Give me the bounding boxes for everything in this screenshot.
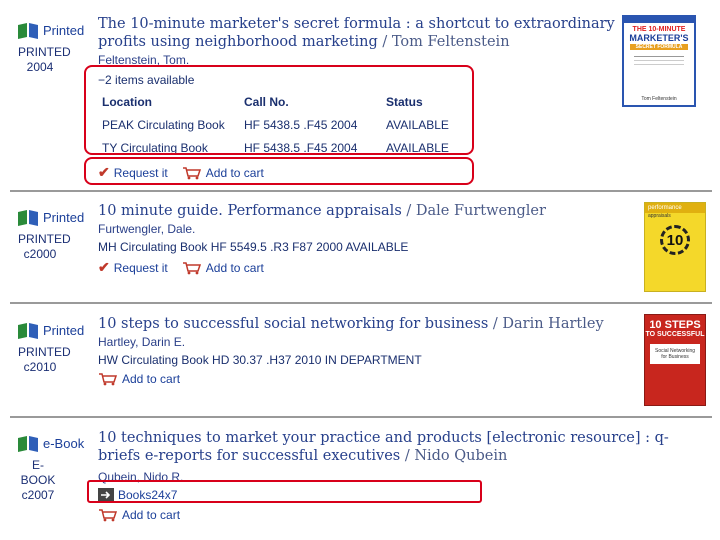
- availability-text: 2 items available: [105, 73, 195, 87]
- cover-title: 10 STEPS: [649, 319, 701, 331]
- cover-title-2: MARKETER'S: [629, 33, 689, 43]
- cart-icon: [99, 373, 118, 386]
- author-link[interactable]: Qubein, Nido R.: [98, 470, 678, 484]
- search-result-4: e-Book E-BOOK c2007 10 techniques to mar…: [0, 418, 712, 540]
- record-title: 10 steps to successful social networking…: [98, 315, 618, 333]
- record-actions: ✔ Request it Add to cart: [98, 259, 618, 276]
- status-cell: AVAILABLE: [386, 141, 449, 155]
- title-author: / Darin Hartley: [492, 316, 604, 332]
- cart-label: Add to cart: [122, 508, 181, 522]
- cover-author: Tom Feltenstein: [641, 96, 677, 102]
- book-icon: [18, 210, 38, 226]
- author-link[interactable]: Furtwengler, Dale.: [98, 222, 618, 236]
- callno-cell: HF 5438.5 .F45 2004: [244, 141, 358, 155]
- format-year: c2000: [23, 247, 57, 261]
- online-access: Books24x7: [98, 488, 678, 502]
- add-to-cart-button[interactable]: Add to cart: [98, 508, 180, 522]
- table-row: TY Circulating Book HF 5438.5 .F45 2004 …: [98, 138, 476, 161]
- availability-toggle[interactable]: −2 items available: [98, 73, 618, 87]
- cover-subtitle: appraisals: [648, 213, 671, 219]
- request-button[interactable]: ✔ Request it: [98, 164, 168, 181]
- location-cell: PEAK Circulating Book: [102, 118, 225, 132]
- record-title: The 10-minute marketer's secret formula …: [98, 15, 618, 51]
- record-title: 10 techniques to market your practice an…: [98, 429, 678, 465]
- search-result-2: Printed PRINTED c2000 10 minute guide. P…: [0, 192, 712, 302]
- search-result-1: Printed PRINTED 2004 The 10-minute marke…: [0, 0, 712, 190]
- title-link[interactable]: 10 techniques to market your practice an…: [98, 430, 669, 464]
- link-label: Books24x7: [118, 488, 178, 502]
- table-row: PEAK Circulating Book HF 5438.5 .F45 200…: [98, 115, 476, 138]
- format-block: Printed PRINTED c2010: [16, 320, 88, 375]
- cart-label: Add to cart: [205, 260, 264, 275]
- book-icon: [18, 436, 38, 452]
- format-type: PRINTED: [18, 232, 71, 246]
- callno-header: Call No.: [244, 95, 289, 109]
- format-type: PRINTED: [18, 45, 71, 59]
- record-title: 10 minute guide. Performance appraisals …: [98, 202, 618, 220]
- cart-label: Add to cart: [205, 165, 264, 180]
- status-header: Status: [386, 95, 423, 109]
- book-icon: [18, 323, 38, 339]
- holding-summary: MH Circulating Book HF 5549.5 .R3 F87 20…: [98, 240, 409, 254]
- format-label: Printed: [43, 209, 85, 225]
- format-year: c2007: [21, 488, 55, 502]
- book-cover[interactable]: 10 STEPS TO SUCCESSFUL Social Networking…: [644, 314, 706, 406]
- title-author: / Tom Feltenstein: [382, 34, 510, 50]
- add-to-cart-button[interactable]: Add to cart: [98, 372, 180, 386]
- collapse-icon[interactable]: −: [98, 73, 105, 87]
- record-actions: Add to cart: [98, 508, 678, 522]
- holdings-header-row: Location Call No. Status: [98, 93, 476, 115]
- cover-title-2: TO SUCCESSFUL: [645, 331, 705, 338]
- cover-title: performance: [645, 203, 705, 213]
- arrow-link-icon: [98, 488, 114, 502]
- format-label: e-Book: [43, 435, 85, 451]
- format-type: E-BOOK: [20, 458, 56, 487]
- book-cover[interactable]: THE 10-MINUTE MARKETER'S SECRET FORMULA …: [622, 15, 696, 107]
- book-icon: [18, 23, 38, 39]
- format-year: c2010: [23, 360, 57, 374]
- format-label: Printed: [43, 22, 85, 38]
- cart-label: Add to cart: [122, 372, 181, 386]
- cover-subtitle: SECRET FORMULA: [630, 44, 688, 50]
- cart-icon: [182, 166, 201, 179]
- format-block: e-Book E-BOOK c2007: [16, 433, 88, 503]
- cover-title: THE 10-MINUTE: [632, 26, 686, 33]
- request-label: Request it: [113, 165, 168, 180]
- cart-icon: [182, 261, 201, 274]
- search-result-3: Printed PRINTED c2010 10 steps to succes…: [0, 304, 712, 416]
- request-label: Request it: [113, 260, 168, 275]
- location-cell: TY Circulating Book: [102, 141, 208, 155]
- books24x7-link[interactable]: Books24x7: [98, 488, 177, 502]
- record-actions: ✔ Request it Add to cart: [98, 164, 618, 181]
- cover-subtitle: Social Networking for Business: [650, 344, 700, 364]
- add-to-cart-button[interactable]: Add to cart: [182, 261, 264, 275]
- request-button[interactable]: ✔ Request it: [98, 259, 168, 276]
- format-block: Printed PRINTED 2004: [16, 20, 88, 75]
- cart-icon: [99, 509, 118, 522]
- record-actions: Add to cart: [98, 372, 618, 386]
- format-label: Printed: [43, 322, 85, 338]
- holdings-table: Location Call No. Status PEAK Circulatin…: [98, 93, 476, 161]
- title-link[interactable]: 10 minute guide. Performance appraisals: [98, 203, 402, 219]
- callno-cell: HF 5438.5 .F45 2004: [244, 118, 358, 132]
- add-to-cart-button[interactable]: Add to cart: [182, 166, 264, 180]
- holding-summary: HW Circulating Book HD 30.37 .H37 2010 I…: [98, 353, 422, 367]
- book-cover[interactable]: performance appraisals 10: [644, 202, 706, 292]
- format-type: PRINTED: [18, 345, 71, 359]
- title-author: / Dale Furtwengler: [406, 203, 546, 219]
- title-link[interactable]: 10 steps to successful social networking…: [98, 316, 488, 332]
- status-cell: AVAILABLE: [386, 118, 449, 132]
- title-author: / Nido Qubein: [404, 448, 508, 464]
- author-link[interactable]: Feltenstein, Tom.: [98, 53, 618, 67]
- check-icon: ✔: [98, 164, 110, 180]
- check-icon: ✔: [98, 259, 110, 275]
- title-link[interactable]: The 10-minute marketer's secret formula …: [98, 16, 615, 50]
- format-block: Printed PRINTED c2000: [16, 207, 88, 262]
- cover-number: 10: [660, 225, 690, 255]
- format-year: 2004: [26, 60, 54, 74]
- author-link[interactable]: Hartley, Darin E.: [98, 335, 618, 349]
- location-header: Location: [102, 95, 152, 109]
